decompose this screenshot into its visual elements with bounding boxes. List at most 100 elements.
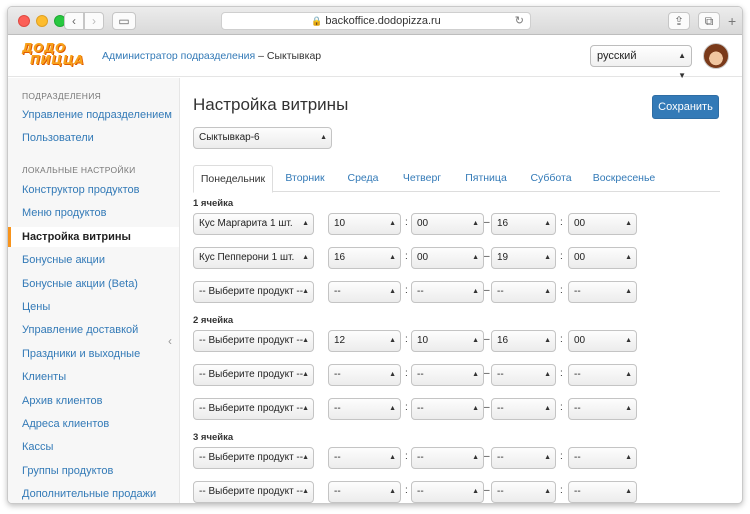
product-select-value: -- Выберите продукт --: [199, 286, 304, 297]
sidebar-item[interactable]: Бонусные акции: [8, 250, 179, 270]
sidebar-item[interactable]: Пользователи: [8, 128, 179, 148]
share-icon[interactable]: ⇪: [668, 12, 690, 30]
select-arrows-icon: ▲▼: [472, 371, 479, 378]
to-hour-select[interactable]: 16▲▼: [491, 330, 556, 352]
address-bar[interactable]: 🔒 backoffice.dodopizza.ru ↻: [221, 12, 531, 30]
from-minute-select[interactable]: --▲▼: [411, 281, 484, 303]
language-select[interactable]: русский ▲ ▼: [590, 45, 692, 80]
to-minute-select[interactable]: --▲▼: [568, 398, 637, 420]
to-hour-select[interactable]: --▲▼: [491, 398, 556, 420]
to-minute-select[interactable]: --▲▼: [568, 364, 637, 386]
sidebar-item[interactable]: Клиенты: [8, 367, 179, 387]
to-minute-select[interactable]: 00▲▼: [568, 213, 637, 235]
sidebar-item[interactable]: Конструктор продуктов: [8, 180, 179, 200]
minimize-window-button[interactable]: [36, 15, 48, 27]
select-arrows-icon: ▲▼: [544, 288, 551, 295]
forward-icon[interactable]: ›: [84, 12, 104, 30]
product-select-value: Кус Пепперони 1 шт.: [199, 252, 295, 263]
select-arrows-icon: ▲▼: [302, 288, 309, 295]
tab-weekday[interactable]: Понедельник: [193, 165, 273, 193]
sidebar-item[interactable]: Праздники и выходные: [8, 344, 179, 364]
to-hour-select[interactable]: --▲▼: [491, 364, 556, 386]
from-hour-select[interactable]: --▲▼: [328, 364, 401, 386]
avatar[interactable]: [703, 43, 729, 69]
sidebar-item[interactable]: Меню продуктов: [8, 203, 179, 223]
save-button[interactable]: Сохранить: [652, 95, 719, 119]
from-hour-select[interactable]: --▲▼: [328, 398, 401, 420]
to-hour-select[interactable]: 16▲▼: [491, 213, 556, 235]
product-select-value: -- Выберите продукт --: [199, 452, 304, 463]
unit-select[interactable]: Сыктывкар-6 ▲▼: [193, 127, 332, 149]
tab-weekday[interactable]: Четверг: [391, 165, 453, 192]
to-minute-select[interactable]: 00▲▼: [568, 247, 637, 269]
to-hour-select[interactable]: 19▲▼: [491, 247, 556, 269]
product-select[interactable]: -- Выберите продукт --▲▼: [193, 481, 314, 503]
tab-weekday[interactable]: Пятница: [455, 165, 517, 192]
to-hour-select[interactable]: --▲▼: [491, 481, 556, 503]
product-select[interactable]: -- Выберите продукт --▲▼: [193, 447, 314, 469]
from-hour-select[interactable]: 10▲▼: [328, 213, 401, 235]
to-hour-select[interactable]: --▲▼: [491, 447, 556, 469]
back-icon[interactable]: ‹: [64, 12, 84, 30]
range-separator: –: [484, 402, 490, 413]
product-select[interactable]: -- Выберите продукт --▲▼: [193, 281, 314, 303]
product-select[interactable]: -- Выберите продукт --▲▼: [193, 398, 314, 420]
dodo-logo[interactable]: ДОДО ПИЦЦА: [22, 42, 88, 70]
cell-label: 3 ячейка: [193, 432, 234, 443]
tab-weekday[interactable]: Суббота: [519, 165, 583, 192]
tab-weekday[interactable]: Среда: [337, 165, 389, 192]
product-select-value: -- Выберите продукт --: [199, 335, 304, 346]
select-arrows-icon: ▲▼: [544, 220, 551, 227]
from-minute-select[interactable]: 00▲▼: [411, 213, 484, 235]
from-minute-select[interactable]: 00▲▼: [411, 247, 484, 269]
select-arrows-icon: ▲▼: [302, 371, 309, 378]
sidebar-section-local: ЛОКАЛЬНЫЕ НАСТРОЙКИ: [22, 165, 136, 175]
language-value: русский: [597, 50, 637, 62]
tab-weekday[interactable]: Воскресенье: [585, 165, 663, 192]
range-separator: –: [484, 251, 490, 262]
reload-icon[interactable]: ↻: [515, 13, 524, 29]
sidebar-item[interactable]: Дополнительные продажи: [8, 484, 179, 503]
from-hour-select[interactable]: --▲▼: [328, 481, 401, 503]
sidebar-item[interactable]: Архив клиентов: [8, 391, 179, 411]
sidebar-item[interactable]: Управление подразделением: [8, 105, 179, 125]
from-hour-select[interactable]: --▲▼: [328, 447, 401, 469]
role-link[interactable]: Администратор подразделения: [102, 50, 255, 62]
to-hour-select[interactable]: --▲▼: [491, 281, 556, 303]
sidebar-item[interactable]: Группы продуктов: [8, 461, 179, 481]
select-arrows-icon: ▲▼: [389, 371, 396, 378]
weekday-tabs: Понедельник Вторник Среда Четверг Пятница Суб…: [193, 165, 720, 193]
tab-weekday[interactable]: Вторник: [275, 165, 335, 192]
sidebar-item[interactable]: Кассы: [8, 437, 179, 457]
product-select[interactable]: Кус Маргарита 1 шт. ▲▼: [193, 213, 314, 235]
from-hour-select[interactable]: 12▲▼: [328, 330, 401, 352]
time-separator: :: [405, 402, 408, 413]
sidebar-item[interactable]: Адреса клиентов: [8, 414, 179, 434]
from-minute-select[interactable]: --▲▼: [411, 364, 484, 386]
product-select[interactable]: -- Выберите продукт --▲▼: [193, 330, 314, 352]
from-minute-select[interactable]: 10▲▼: [411, 330, 484, 352]
to-minute-select[interactable]: --▲▼: [568, 447, 637, 469]
to-minute-select[interactable]: --▲▼: [568, 481, 637, 503]
from-minute-select[interactable]: --▲▼: [411, 447, 484, 469]
select-arrows-icon: ▲▼: [472, 288, 479, 295]
product-select[interactable]: -- Выберите продукт --▲▼: [193, 364, 314, 386]
to-minute-select[interactable]: --▲▼: [568, 281, 637, 303]
select-arrows-icon: ▲▼: [625, 220, 632, 227]
from-minute-select[interactable]: --▲▼: [411, 398, 484, 420]
plus-icon[interactable]: +: [728, 13, 736, 29]
from-hour-select[interactable]: --▲▼: [328, 281, 401, 303]
from-minute-select[interactable]: --▲▼: [411, 481, 484, 503]
select-arrows-icon: ▲▼: [472, 405, 479, 412]
sidebar-item[interactable]: Бонусные акции (Beta): [8, 274, 179, 294]
close-window-button[interactable]: [18, 15, 30, 27]
from-hour-select[interactable]: 16▲▼: [328, 247, 401, 269]
select-arrows-icon: ▲▼: [544, 488, 551, 495]
sidebar-item[interactable]: Настройка витрины: [8, 226, 179, 247]
product-select[interactable]: Кус Пепперони 1 шт. ▲▼: [193, 247, 314, 269]
tabs-icon[interactable]: ⧉: [698, 12, 720, 30]
sidebar-item[interactable]: Цены: [8, 297, 179, 317]
sidebar-icon[interactable]: ▭: [112, 12, 136, 30]
to-minute-select[interactable]: 00▲▼: [568, 330, 637, 352]
sidebar-item[interactable]: Управление доставкой: [8, 320, 179, 340]
